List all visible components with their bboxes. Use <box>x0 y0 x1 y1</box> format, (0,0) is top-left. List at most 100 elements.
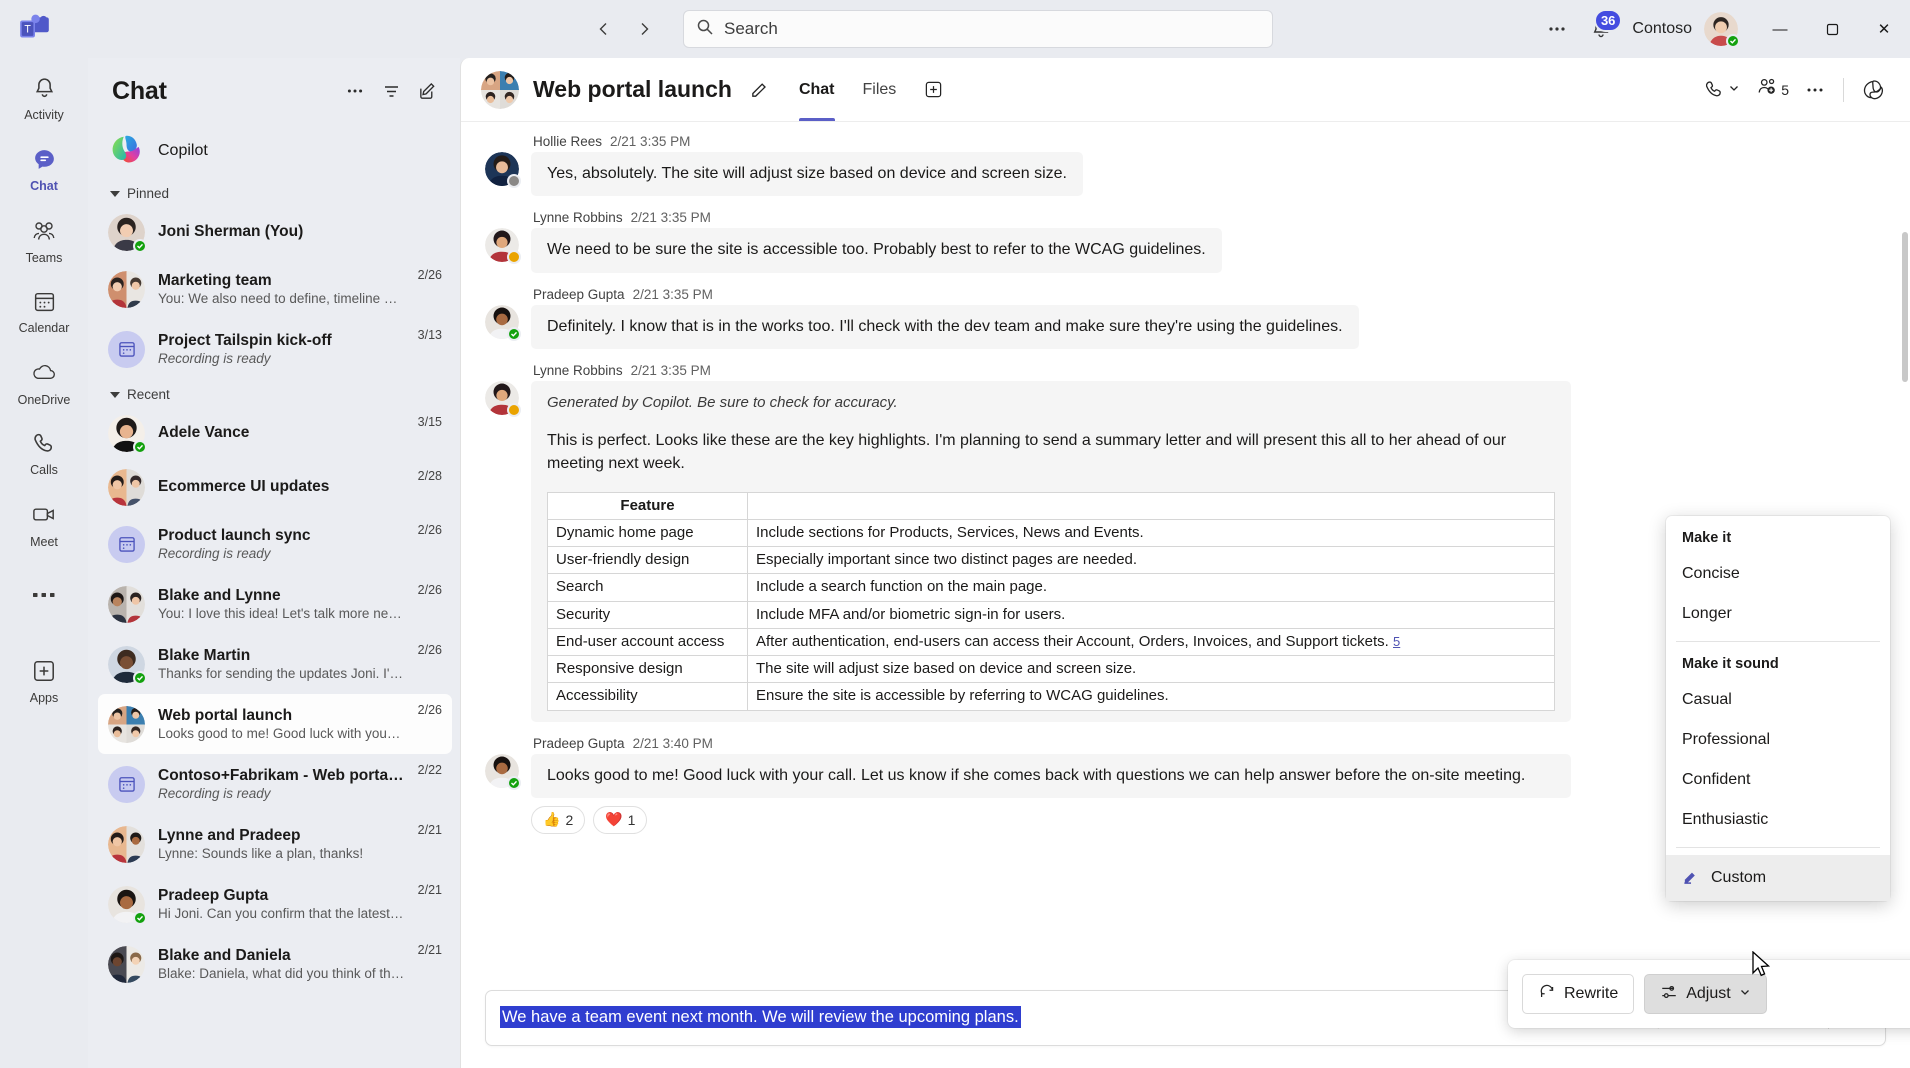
compose-chat-icon[interactable] <box>410 74 444 108</box>
pencil-icon[interactable] <box>745 75 775 105</box>
copilot-disclaimer: Generated by Copilot. Be sure to check f… <box>547 394 898 412</box>
avatar <box>108 213 147 253</box>
list-item-title: Marketing team <box>158 272 272 289</box>
menu-item-custom[interactable]: Custom <box>1666 855 1890 901</box>
adjust-button[interactable]: Adjust <box>1644 974 1767 1014</box>
table-header-row: Feature <box>547 491 1555 520</box>
heart-reaction[interactable]: ❤️ 1 <box>593 805 648 834</box>
list-item[interactable]: Blake Martin Thanks for sending the upda… <box>98 634 452 694</box>
table-row: Responsive design The site will adjust s… <box>547 655 1555 684</box>
chat-list-scroll[interactable]: Copilot Pinned Joni Sherman (You) Market… <box>88 124 460 1068</box>
org-name: Contoso <box>1632 20 1692 37</box>
table-cell: Include sections for Products, Services,… <box>747 518 1555 548</box>
divider <box>1843 77 1844 102</box>
citation-link[interactable]: 5 <box>1393 634 1400 649</box>
rewrite-button[interactable]: Rewrite <box>1522 974 1635 1014</box>
search-bar[interactable]: Search <box>683 10 1273 48</box>
list-item[interactable]: Contoso+Fabrikam - Web portal ki… Record… <box>98 754 452 814</box>
sidebar-item-apps[interactable]: Apps <box>8 650 80 712</box>
more-horizontal-icon <box>31 587 57 605</box>
section-recent[interactable]: Recent <box>98 379 452 406</box>
tab-chat[interactable]: Chat <box>787 58 847 121</box>
sidebar-item-teams[interactable]: Teams <box>8 210 80 272</box>
menu-item-concise[interactable]: Concise <box>1666 554 1890 594</box>
list-item-date: 2/28 <box>417 469 442 483</box>
tab-files[interactable]: Files <box>851 58 909 121</box>
people-button[interactable]: 5 <box>1750 73 1795 107</box>
table-row: Security Include MFA and/or biometric si… <box>547 600 1555 629</box>
message-text: Definitely. I know that is in the works … <box>531 304 1359 350</box>
rail-more-button[interactable] <box>8 565 80 627</box>
add-tab-icon[interactable] <box>918 75 948 105</box>
table-cell: Ensure the site is accessible by referri… <box>747 682 1555 711</box>
maximize-button[interactable] <box>1806 0 1858 58</box>
more-options-icon[interactable] <box>338 74 372 108</box>
list-item-preview: You: We also need to define, timeline an… <box>158 291 405 306</box>
list-item-text: Marketing team You: We also need to defi… <box>158 272 405 306</box>
list-item[interactable]: Blake and Lynne You: I love this idea! L… <box>98 574 452 634</box>
list-item[interactable]: Product launch sync Recording is ready 2… <box>98 514 452 574</box>
filter-icon[interactable] <box>374 74 408 108</box>
copilot-icon[interactable] <box>1856 73 1892 107</box>
list-item[interactable]: Pradeep Gupta Hi Joni. Can you confirm t… <box>98 874 452 934</box>
table-header-cell: Feature <box>547 491 748 520</box>
message-input[interactable]: We have a team event next month. We will… <box>500 1006 1021 1029</box>
presence-indicator <box>1726 34 1740 48</box>
scrollbar[interactable] <box>1902 232 1908 382</box>
message-paragraph: This is perfect. Looks like these are th… <box>547 432 1507 473</box>
avatar <box>108 945 145 983</box>
message-body: Lynne Robbins 2/21 3:35 PM We need to be … <box>531 210 1886 273</box>
message-time: 2/21 3:35 PM <box>630 210 711 226</box>
search-icon <box>696 18 714 41</box>
avatar[interactable] <box>1704 12 1740 48</box>
section-pinned[interactable]: Pinned <box>98 178 452 205</box>
menu-item-longer[interactable]: Longer <box>1666 594 1890 634</box>
list-item-copilot[interactable]: Copilot <box>98 124 452 178</box>
list-item[interactable]: Ecommerce UI updates 2/28 <box>98 460 452 514</box>
thumbs-up-reaction[interactable]: 👍 2 <box>531 805 586 834</box>
menu-item-casual[interactable]: Casual <box>1666 680 1890 720</box>
search-input[interactable]: Search <box>724 19 778 39</box>
list-item[interactable]: Adele Vance 3/15 <box>98 406 452 460</box>
call-button[interactable] <box>1698 73 1746 107</box>
compose-input-holder[interactable]: We have a team event next month. We will… <box>500 1006 1632 1029</box>
list-item[interactable]: Project Tailspin kick-off Recording is r… <box>98 319 452 379</box>
section-label: Recent <box>127 387 170 402</box>
list-item-web-portal-launch[interactable]: Web portal launch Looks good to me! Good… <box>98 694 452 754</box>
sidebar-item-label: Meet <box>30 535 58 550</box>
list-item[interactable]: Joni Sherman (You) <box>98 205 452 259</box>
list-item[interactable]: Blake and Daniela Blake: Daniela, what d… <box>98 934 452 994</box>
forward-button[interactable] <box>627 12 661 46</box>
sidebar-item-meet[interactable]: Meet <box>8 494 80 556</box>
sidebar-item-activity[interactable]: Activity <box>8 68 80 130</box>
avatar <box>108 270 145 308</box>
section-label: Pinned <box>127 186 170 201</box>
sidebar-item-onedrive[interactable]: OneDrive <box>8 352 80 414</box>
list-item-text: Pradeep Gupta Hi Joni. Can you confirm t… <box>158 887 405 921</box>
list-item-title: Ecommerce UI updates <box>158 478 330 495</box>
menu-item-enthusiastic[interactable]: Enthusiastic <box>1666 800 1890 840</box>
list-item-date: 2/26 <box>417 703 442 717</box>
sidebar-item-calls[interactable]: Calls <box>8 423 80 485</box>
list-item[interactable]: Marketing team You: We also need to defi… <box>98 259 452 319</box>
message-body: Hollie Rees 2/21 3:35 PM Yes, absolutely.… <box>531 134 1886 197</box>
left-rail: Activity Chat Teams Calendar OneDrive Ca… <box>0 58 88 1068</box>
message-body: Pradeep Gupta 2/21 3:35 PM Definitely. I … <box>531 287 1886 350</box>
back-button[interactable] <box>587 12 621 46</box>
sidebar-item-chat[interactable]: Chat <box>8 139 80 201</box>
thumbs-up-icon: 👍 <box>543 811 561 828</box>
list-item-title: Blake Martin <box>158 647 251 664</box>
list-item[interactable]: Lynne and Pradeep Lynne: Sounds like a p… <box>98 814 452 874</box>
more-horizontal-icon[interactable] <box>1799 73 1831 107</box>
chevron-down-icon <box>1739 985 1751 1003</box>
more-horizontal-icon[interactable] <box>1536 10 1578 48</box>
notifications-button[interactable]: 36 <box>1578 9 1624 49</box>
menu-item-confident[interactable]: Confident <box>1666 760 1890 800</box>
list-item-preview: You: I love this idea! Let's talk more n… <box>158 606 405 621</box>
sidebar-item-calendar[interactable]: Calendar <box>8 281 80 343</box>
close-button[interactable]: ✕ <box>1858 0 1910 58</box>
minimize-button[interactable]: — <box>1754 0 1806 58</box>
menu-item-professional[interactable]: Professional <box>1666 720 1890 760</box>
table-cell: Accessibility <box>547 682 748 711</box>
people-count: 5 <box>1781 81 1789 98</box>
